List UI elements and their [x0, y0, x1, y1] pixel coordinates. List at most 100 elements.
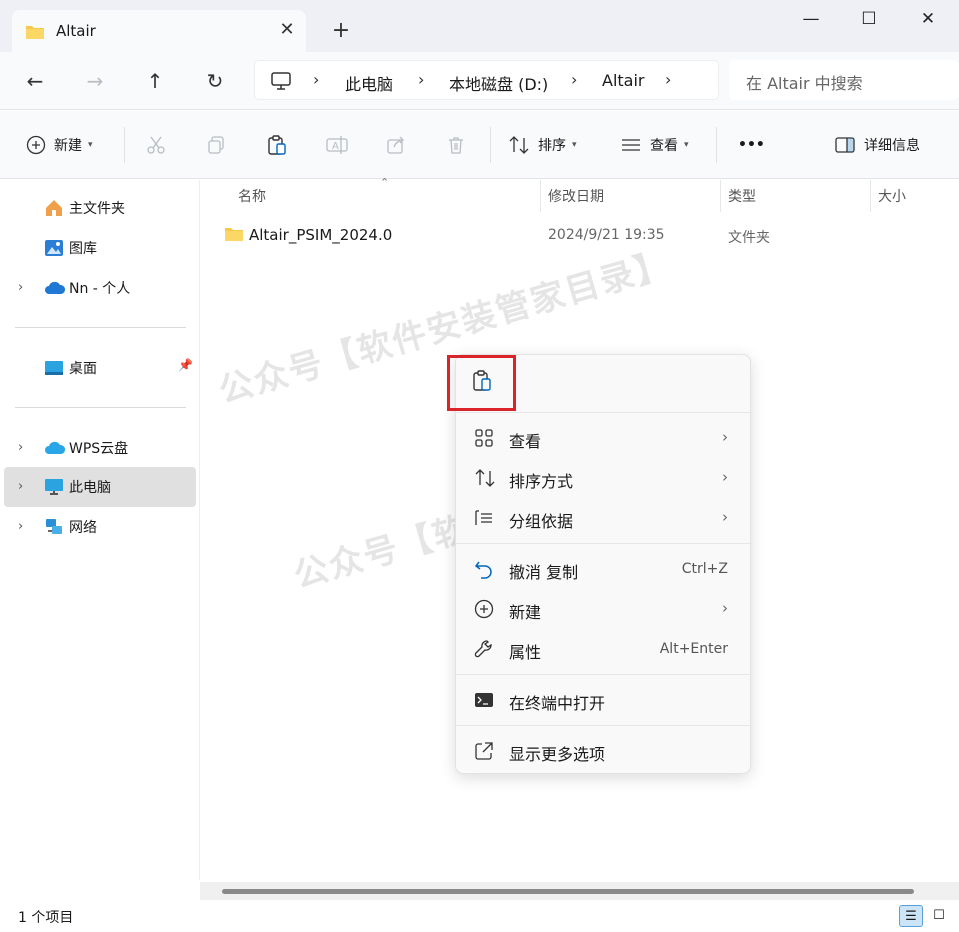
chevron-right-icon: › [722, 468, 728, 486]
breadcrumb-drive-d[interactable]: 本地磁盘 (D:) [449, 71, 548, 95]
refresh-button[interactable]: ↻ [202, 68, 228, 94]
menu-item-new[interactable]: 新建 › [462, 590, 746, 628]
pin-icon[interactable]: 📌 [178, 358, 193, 372]
view-lines-icon [622, 139, 640, 151]
home-icon [44, 198, 64, 218]
tiles-view-icon[interactable]: ☐ [927, 905, 951, 927]
sidebar-item-network[interactable]: › 网络 [4, 507, 196, 547]
highlight-box [447, 355, 516, 411]
wps-cloud-icon [44, 438, 66, 458]
open-external-icon [474, 741, 496, 761]
computer-icon [271, 72, 291, 94]
details-view-icon[interactable]: ☰ [899, 905, 923, 927]
sidebar-item-desktop[interactable]: 桌面 📌 [4, 348, 196, 388]
menu-item-undo-copy[interactable]: 撤消 复制 Ctrl+Z [462, 550, 746, 588]
sidebar-item-gallery[interactable]: 图库 [4, 228, 196, 268]
close-tab-icon[interactable]: ✕ [277, 20, 297, 40]
details-pane-button[interactable]: 详细信息 [834, 133, 920, 157]
chevron-right-icon[interactable]: › [18, 280, 23, 295]
share-icon[interactable] [386, 133, 406, 157]
chevron-right-icon[interactable]: › [18, 479, 23, 494]
folder-icon [25, 24, 45, 44]
cloud-icon [44, 278, 66, 298]
network-icon [44, 517, 64, 537]
close-window-button[interactable]: ✕ [913, 8, 943, 30]
horizontal-scrollbar[interactable] [200, 882, 959, 900]
menu-item-sort-by[interactable]: 排序方式 › [462, 459, 746, 497]
sidebar-item-home[interactable]: 主文件夹 [4, 188, 196, 228]
title-bar: Altair ✕ + — ☐ ✕ [0, 0, 959, 52]
chevron-right-icon[interactable]: › [418, 70, 424, 89]
menu-item-open-in-terminal[interactable]: 在终端中打开 [462, 681, 746, 719]
chevron-right-icon[interactable]: › [18, 440, 23, 455]
chevron-right-icon: › [722, 508, 728, 526]
status-bar: 1 个项目 ☰ ☐ [0, 900, 959, 932]
view-button[interactable]: 查看 ▾ [620, 133, 689, 157]
sort-button[interactable]: 排序 ▾ [508, 133, 577, 157]
command-bar: 新建 ▾ A 排序 ▾ 查看 ▾ ••• 详细信息 [0, 111, 959, 179]
back-button[interactable]: ← [22, 68, 48, 94]
plus-circle-icon [26, 135, 46, 155]
sort-icon [509, 136, 529, 154]
navigation-pane: 主文件夹 图库 › Nn - 个人 桌面 📌 › WPS云盘 › 此电脑 › 网… [0, 180, 200, 880]
sidebar-item-onedrive[interactable]: › Nn - 个人 [4, 268, 196, 308]
file-type: 文件夹 [728, 230, 770, 246]
computer-icon [44, 477, 64, 497]
sort-icon [474, 468, 496, 488]
gallery-icon [44, 238, 64, 258]
paste-icon[interactable] [266, 133, 288, 157]
plus-circle-icon [474, 599, 496, 619]
sidebar-item-this-pc[interactable]: › 此电脑 [4, 467, 196, 507]
more-options-button[interactable]: ••• [738, 133, 765, 157]
column-header-name[interactable]: 名称 [238, 186, 266, 206]
maximize-button[interactable]: ☐ [854, 8, 884, 30]
breadcrumb-this-pc[interactable]: 此电脑 [345, 71, 393, 95]
group-list-icon [474, 508, 496, 528]
up-button[interactable]: ↑ [142, 68, 168, 94]
column-header-size[interactable]: 大小 [878, 186, 906, 206]
item-count: 1 个项目 [18, 910, 74, 926]
chevron-right-icon[interactable]: › [571, 70, 577, 89]
copy-icon[interactable] [206, 133, 226, 157]
sort-ascending-icon: ⌃ [380, 176, 390, 189]
details-pane-icon [835, 137, 855, 153]
sidebar-item-wps-cloud[interactable]: › WPS云盘 [4, 428, 196, 468]
chevron-right-icon: › [722, 428, 728, 446]
tab-altair[interactable]: Altair ✕ [12, 10, 306, 52]
desktop-icon [44, 358, 64, 378]
menu-item-show-more-options[interactable]: 显示更多选项 [462, 732, 746, 770]
column-header-date[interactable]: 修改日期 [548, 186, 604, 206]
undo-icon [474, 559, 496, 579]
breadcrumb-altair[interactable]: Altair [602, 71, 645, 90]
menu-item-group-by[interactable]: 分组依据 › [462, 499, 746, 537]
chevron-right-icon[interactable]: › [18, 519, 23, 534]
context-menu: 查看 › 排序方式 › 分组依据 › 撤消 复制 Ctrl+Z 新建 › 属性 [455, 354, 752, 774]
wrench-icon [474, 639, 496, 659]
chevron-right-icon[interactable]: › [665, 70, 671, 89]
scrollbar-thumb[interactable] [222, 889, 914, 894]
new-button[interactable]: 新建 ▾ [26, 133, 93, 157]
chevron-right-icon: › [722, 599, 728, 617]
menu-item-properties[interactable]: 属性 Alt+Enter [462, 630, 746, 668]
address-bar[interactable]: › 此电脑 › 本地磁盘 (D:) › Altair › [254, 60, 719, 100]
tab-title: Altair [56, 22, 96, 40]
grid-icon [474, 428, 496, 448]
delete-icon[interactable] [446, 133, 466, 157]
minimize-button[interactable]: — [796, 8, 826, 30]
svg-text:A: A [332, 141, 339, 152]
file-date: 2024/9/21 19:35 [548, 227, 665, 243]
search-placeholder: 在 Altair 中搜索 [746, 74, 863, 93]
new-tab-button[interactable]: + [330, 20, 352, 42]
terminal-icon [474, 690, 496, 710]
menu-item-view[interactable]: 查看 › [462, 419, 746, 457]
column-header-type[interactable]: 类型 [728, 186, 756, 206]
rename-icon[interactable]: A [326, 133, 348, 157]
forward-button[interactable]: → [82, 68, 108, 94]
file-name: Altair_PSIM_2024.0 [249, 226, 393, 244]
table-row[interactable]: Altair_PSIM_2024.0 2024/9/21 19:35 文件夹 [222, 222, 952, 248]
folder-icon [224, 226, 244, 246]
chevron-right-icon[interactable]: › [313, 70, 319, 89]
search-input[interactable]: 在 Altair 中搜索 [729, 60, 959, 100]
navigation-bar: ← → ↑ ↻ › 此电脑 › 本地磁盘 (D:) › Altair › 在 A… [0, 52, 959, 110]
cut-icon[interactable] [146, 133, 166, 157]
